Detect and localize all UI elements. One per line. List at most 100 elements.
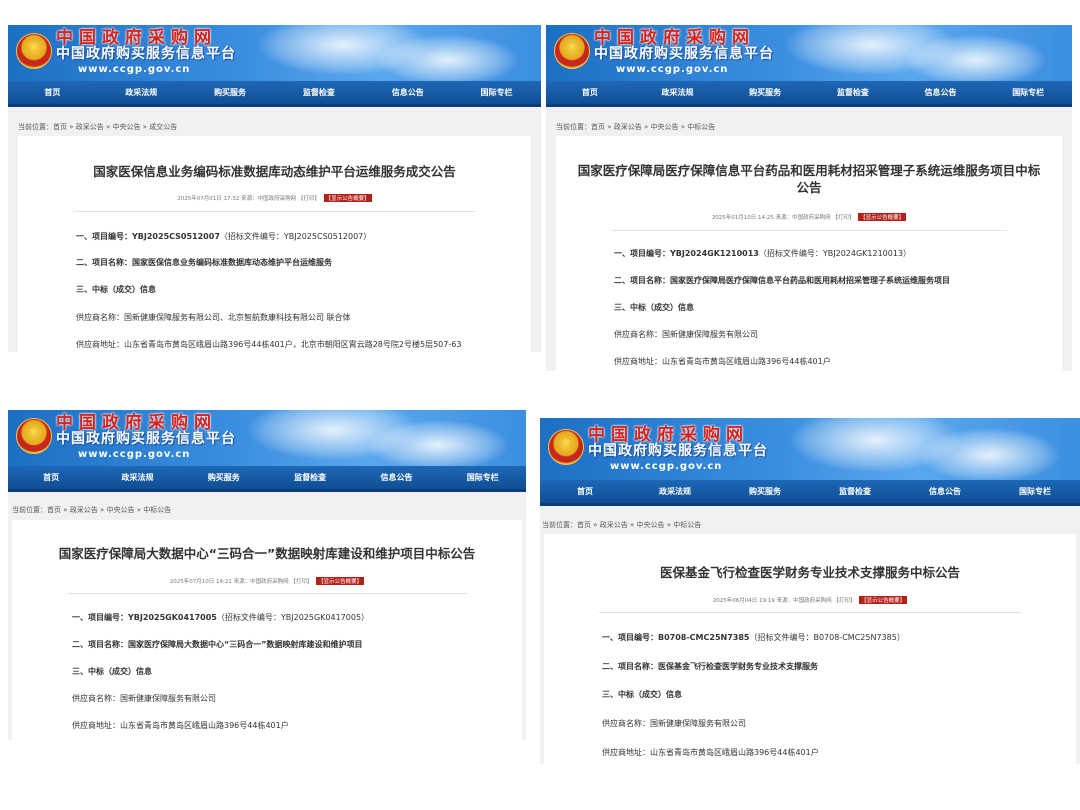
site-url: www.ccgp.gov.cn: [616, 64, 729, 75]
nav-supervision[interactable]: 监督检查: [274, 81, 363, 104]
supplier-address-value: 山东省青岛市黄岛区峨眉山路396号44栋401户: [120, 721, 289, 730]
nav-announcements[interactable]: 信息公告: [363, 81, 452, 104]
supplier-address-row: 供应商地址：山东省青岛市黄岛区峨眉山路396号44栋401户: [602, 747, 819, 758]
title-divider: [611, 230, 1007, 231]
print-link[interactable]: 【打印】: [298, 196, 320, 202]
notice-card: 医保基金飞行检查医学财务专业技术支撑服务中标公告 2025年06月04日 19:…: [544, 534, 1076, 764]
bid-document-number: （招标文件编号：YBJ2024GK1210013）: [758, 249, 912, 258]
show-summary-button[interactable]: 【显示公告概要】: [858, 213, 907, 221]
supplier-name-row: 供应商名称：国新健康保障服务有限公司: [602, 718, 746, 729]
notice-title: 国家医疗保障局大数据中心“三码合一”数据映射库建设和维护项目中标公告: [58, 546, 476, 561]
nav-announcements[interactable]: 信息公告: [353, 466, 439, 489]
nav-home[interactable]: 首页: [8, 466, 94, 489]
project-name-row: 二、项目名称：国家医疗保障局大数据中心“三码合一”数据映射库建设和维护项目: [72, 639, 363, 650]
nav-supervision[interactable]: 监督检查: [267, 466, 353, 489]
breadcrumb[interactable]: 当前位置：首页 » 政采公告 » 中央公告 » 中标公告: [542, 520, 701, 530]
notice-title: 国家医保信息业务编码标准数据库动态维护平台运维服务成交公告: [93, 164, 456, 179]
supplier-name-value: 国新健康保障服务有限公司: [120, 694, 216, 703]
nav-international[interactable]: 国际专栏: [440, 466, 526, 489]
notice-screenshot-2: 中国政府采购网 中国政府购买服务信息平台 www.ccgp.gov.cn 首页 …: [546, 25, 1072, 371]
site-logo-title[interactable]: 中国政府采购网: [56, 415, 217, 432]
site-logo-title[interactable]: 中国政府采购网: [594, 30, 755, 47]
project-name-label: 二、项目名称：: [602, 662, 658, 671]
nav-home[interactable]: 首页: [540, 480, 630, 503]
breadcrumb[interactable]: 当前位置：首页 » 政采公告 » 中央公告 » 中标公告: [556, 122, 715, 132]
nav-announcements[interactable]: 信息公告: [897, 81, 985, 104]
site-url: www.ccgp.gov.cn: [78, 449, 191, 460]
publish-info: 2025年06月04日 19:19 来源：中国政府采购网: [712, 598, 832, 604]
project-name-value: 国家医疗保障局大数据中心“三码合一”数据映射库建设和维护项目: [128, 640, 363, 649]
notice-meta: 2025年01月10日 14:25 来源：中国政府采购网 【打印】 【显示公告概…: [556, 213, 1062, 221]
title-divider: [599, 612, 1021, 613]
breadcrumb[interactable]: 当前位置：首页 » 政采公告 » 中央公告 » 中标公告: [12, 505, 171, 515]
supplier-name-label: 供应商名称：: [614, 330, 662, 339]
nav-international[interactable]: 国际专栏: [452, 81, 541, 104]
show-summary-button[interactable]: 【显示公告概要】: [323, 194, 372, 202]
project-name-value: 国家医保信息业务编码标准数据库动态维护平台运维服务: [132, 258, 332, 267]
print-link[interactable]: 【打印】: [833, 598, 855, 604]
project-name-label: 二、项目名称：: [72, 640, 128, 649]
national-emblem-icon: [16, 418, 52, 454]
notice-card: 国家医保信息业务编码标准数据库动态维护平台运维服务成交公告 2025年07月01…: [18, 136, 531, 352]
supplier-name-value: 国新健康保障服务有限公司: [650, 719, 746, 728]
project-name-label: 二、项目名称：: [76, 258, 132, 267]
nav-purchase-services[interactable]: 购买服务: [186, 81, 275, 104]
site-logo-subtitle: 中国政府购买服务信息平台: [56, 46, 236, 62]
notice-card: 国家医疗保障局医疗保障信息平台药品和医用耗材招采管理子系统运维服务项目中标公告 …: [556, 136, 1062, 371]
site-logo-subtitle: 中国政府购买服务信息平台: [588, 443, 768, 459]
publish-info: 2025年01月10日 14:25 来源：中国政府采购网: [711, 215, 831, 221]
nav-purchase-services[interactable]: 购买服务: [721, 81, 809, 104]
supplier-address-row: 供应商地址：山东省青岛市黄岛区峨眉山路396号44栋401户: [72, 720, 289, 731]
notice-meta: 2025年06月04日 19:19 来源：中国政府采购网 【打印】 【显示公告概…: [544, 596, 1076, 604]
print-link[interactable]: 【打印】: [290, 579, 312, 585]
project-number-label: 一、项目编号：: [72, 613, 128, 622]
project-name-label: 二、项目名称：: [614, 276, 670, 285]
project-number-label: 一、项目编号：: [614, 249, 670, 258]
site-logo-title[interactable]: 中国政府采购网: [56, 30, 217, 47]
supplier-address-value: 山东省青岛市黄岛区峨眉山路396号44栋401户: [662, 357, 831, 366]
show-summary-button[interactable]: 【显示公告概要】: [316, 577, 365, 585]
nav-announcements[interactable]: 信息公告: [900, 480, 990, 503]
national-emblem-icon: [548, 429, 584, 465]
show-summary-button[interactable]: 【显示公告概要】: [859, 596, 908, 604]
nav-regulations[interactable]: 政采法规: [630, 480, 720, 503]
notice-title: 医保基金飞行检查医学财务专业技术支撑服务中标公告: [659, 565, 960, 580]
notice-meta: 2025年07月01日 17:32 来源：中国政府采购网 【打印】 【显示公告概…: [18, 194, 531, 202]
winner-heading: 三、中标（成交）信息: [76, 285, 156, 294]
nav-purchase-services[interactable]: 购买服务: [181, 466, 267, 489]
site-url: www.ccgp.gov.cn: [610, 461, 723, 472]
site-logo-title[interactable]: 中国政府采购网: [588, 427, 749, 444]
notice-title: 国家医疗保障局医疗保障信息平台药品和医用耗材招采管理子系统运维服务项目中标公告: [577, 163, 1041, 195]
notice-screenshot-3: 中国政府采购网 中国政府购买服务信息平台 www.ccgp.gov.cn 首页 …: [8, 410, 526, 740]
project-number-row: 一、项目编号：YBJ2025CS0512007（招标文件编号：YBJ2025CS…: [76, 231, 371, 242]
nav-supervision[interactable]: 监督检查: [809, 81, 897, 104]
project-number-row: 一、项目编号：YBJ2025GK0417005（招标文件编号：YBJ2025GK…: [72, 612, 369, 623]
nav-purchase-services[interactable]: 购买服务: [720, 480, 810, 503]
nav-regulations[interactable]: 政采法规: [634, 81, 722, 104]
nav-home[interactable]: 首页: [546, 81, 634, 104]
bid-document-number: （招标文件编号：YBJ2025CS0512007）: [219, 232, 372, 241]
supplier-name-row: 供应商名称：国新健康保障服务有限公司、北京智航数康科技有限公司 联合体: [76, 312, 351, 323]
print-link[interactable]: 【打印】: [832, 215, 854, 221]
supplier-address-label: 供应商地址：: [614, 357, 662, 366]
site-url: www.ccgp.gov.cn: [78, 64, 191, 75]
nav-home[interactable]: 首页: [8, 81, 97, 104]
project-name-row: 二、项目名称：国家医疗保障局医疗保障信息平台药品和医用耗材招采管理子系统运维服务…: [614, 275, 950, 286]
nav-regulations[interactable]: 政采法规: [97, 81, 186, 104]
project-number-label: 一、项目编号：: [76, 232, 132, 241]
supplier-address-label: 供应商地址：: [602, 748, 650, 757]
project-number-row: 一、项目编号：YBJ2024GK1210013（招标文件编号：YBJ2024GK…: [614, 248, 911, 259]
nav-regulations[interactable]: 政采法规: [94, 466, 180, 489]
winner-heading: 三、中标（成交）信息: [614, 303, 694, 312]
bid-document-number: （招标文件编号：B0708-CMC25N7385）: [749, 633, 905, 642]
supplier-address-label: 供应商地址：: [72, 721, 120, 730]
national-emblem-icon: [16, 33, 52, 69]
site-logo-subtitle: 中国政府购买服务信息平台: [594, 46, 774, 62]
publish-info: 2025年07月10日 14:21 来源：中国政府采购网: [169, 579, 289, 585]
project-number-value: B0708-CMC25N7385: [658, 633, 750, 642]
nav-supervision[interactable]: 监督检查: [810, 480, 900, 503]
publish-info: 2025年07月01日 17:32 来源：中国政府采购网: [177, 196, 297, 202]
nav-international[interactable]: 国际专栏: [990, 480, 1080, 503]
nav-international[interactable]: 国际专栏: [984, 81, 1072, 104]
breadcrumb[interactable]: 当前位置：首页 » 政采公告 » 中央公告 » 成交公告: [18, 122, 177, 132]
